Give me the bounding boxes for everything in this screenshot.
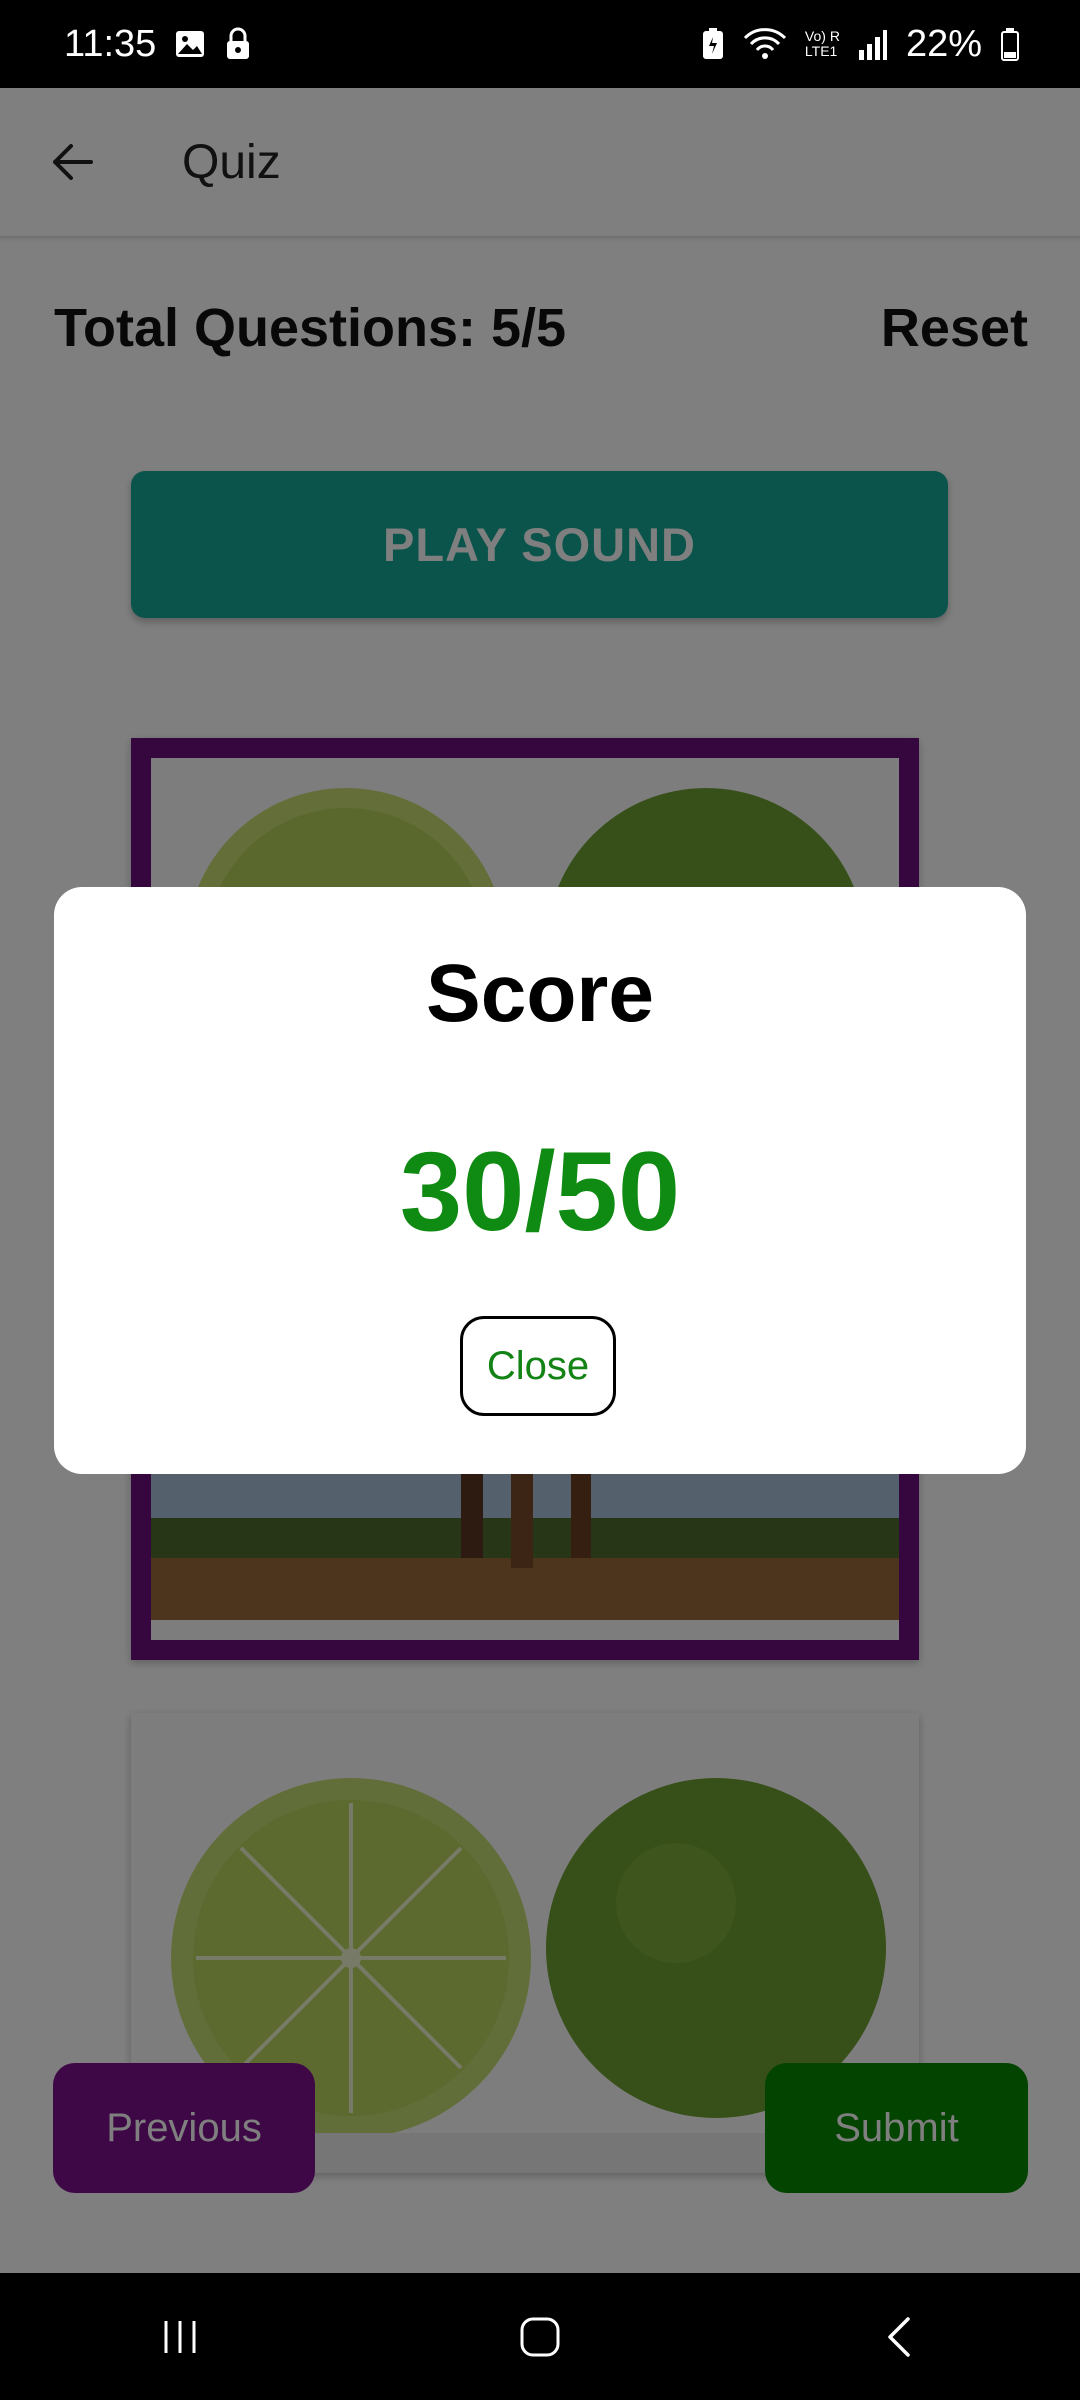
close-button[interactable]: Close [460, 1316, 616, 1416]
system-nav-bar [0, 2273, 1080, 2400]
chevron-left-icon [888, 2316, 910, 2357]
battery-percent: 22% [905, 22, 982, 65]
gallery-icon [174, 28, 206, 60]
volte-icon: Vo) R LTE1 [804, 28, 840, 59]
recents-icon [164, 2320, 196, 2353]
score-value: 30/50 [399, 1129, 681, 1254]
score-dialog: Score 30/50 Close [54, 887, 1026, 1474]
status-right: Vo) R LTE1 22% [701, 23, 1020, 66]
status-bar: 11:35 Vo) R LTE1 22% [0, 0, 1080, 88]
system-back-button[interactable] [840, 2292, 960, 2382]
recents-button[interactable] [120, 2292, 240, 2382]
battery-saver-icon [701, 27, 725, 61]
wifi-icon [743, 27, 787, 61]
home-icon [520, 2317, 560, 2356]
home-button[interactable] [480, 2292, 600, 2382]
signal-icon [858, 28, 888, 60]
battery-icon [1000, 27, 1020, 61]
status-left: 11:35 [64, 23, 252, 66]
status-time: 11:35 [64, 22, 157, 65]
lock-icon [224, 27, 252, 61]
dialog-title: Score [426, 948, 654, 1039]
